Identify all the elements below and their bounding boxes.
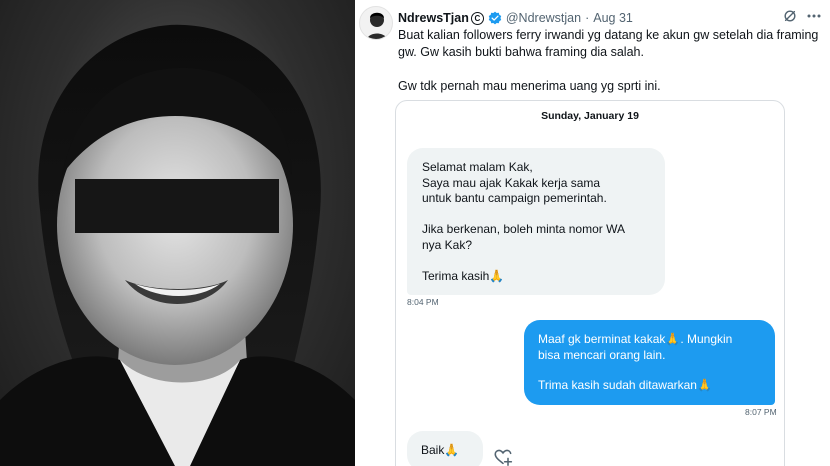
tweet-card: NdrewsTjan C @Ndrewstjan · Aug 31 Buat k… [355, 0, 830, 466]
verified-badge-icon [488, 11, 502, 25]
message-line: Terima kasih🙏 [422, 268, 505, 283]
tweet-date[interactable]: Aug 31 [593, 11, 633, 25]
tweet-text-line: Buat kalian followers ferry irwandi yg d… [398, 28, 819, 42]
message-line: Maaf gk berminat kakak🙏. Mungkin [538, 332, 733, 346]
grok-icon[interactable] [783, 9, 797, 23]
person-photo-icon [0, 24, 355, 466]
censor-bar [75, 179, 279, 233]
message-line: Trima kasih sudah ditawarkan🙏 [538, 378, 712, 392]
avatar-icon [366, 12, 388, 39]
display-name[interactable]: NdrewsTjan [398, 11, 469, 25]
message-line: nya Kak? [422, 237, 473, 252]
tweet-header: NdrewsTjan C @Ndrewstjan · Aug 31 [398, 9, 633, 27]
message-line: bisa mencari orang lain. [538, 348, 666, 362]
c-badge-icon: C [470, 11, 484, 25]
incoming-message-time: 8:04 PM [407, 297, 439, 307]
incoming-message-bubble: Selamat malam Kak, Saya mau ajak Kakak k… [407, 148, 665, 295]
message-line: Selamat malam Kak, [422, 160, 533, 174]
chat-date-label: Sunday, January 19 [541, 110, 639, 122]
more-options-icon[interactable] [806, 9, 822, 23]
outgoing-message-time: 8:07 PM [745, 407, 777, 417]
tweet-text: Buat kalian followers ferry irwandi yg d… [398, 27, 823, 95]
message-line: Saya mau ajak Kakak kerja sama [422, 175, 601, 190]
handle[interactable]: @Ndrewstjan [506, 11, 581, 25]
separator-dot: · [585, 11, 590, 25]
profile-photo [0, 0, 355, 466]
add-reaction-icon[interactable] [493, 447, 513, 466]
tweet-text-line: gw. Gw kasih bukti bahwa framing dia sal… [398, 45, 644, 59]
incoming-message-bubble: Baik🙏 [407, 431, 483, 466]
embedded-chat-image[interactable]: Sunday, January 19 Selamat malam Kak, Sa… [395, 100, 785, 466]
avatar[interactable] [359, 6, 393, 40]
outgoing-message-bubble: Maaf gk berminat kakak🙏. Mungkin bisa me… [524, 320, 775, 405]
tweet-text-line: Gw tdk pernah mau menerima uang yg sprti… [398, 79, 661, 93]
message-line: untuk bantu campaign pemerintah. [422, 191, 607, 205]
message-line: Jika berkenan, boleh minta nomor WA [422, 222, 625, 236]
